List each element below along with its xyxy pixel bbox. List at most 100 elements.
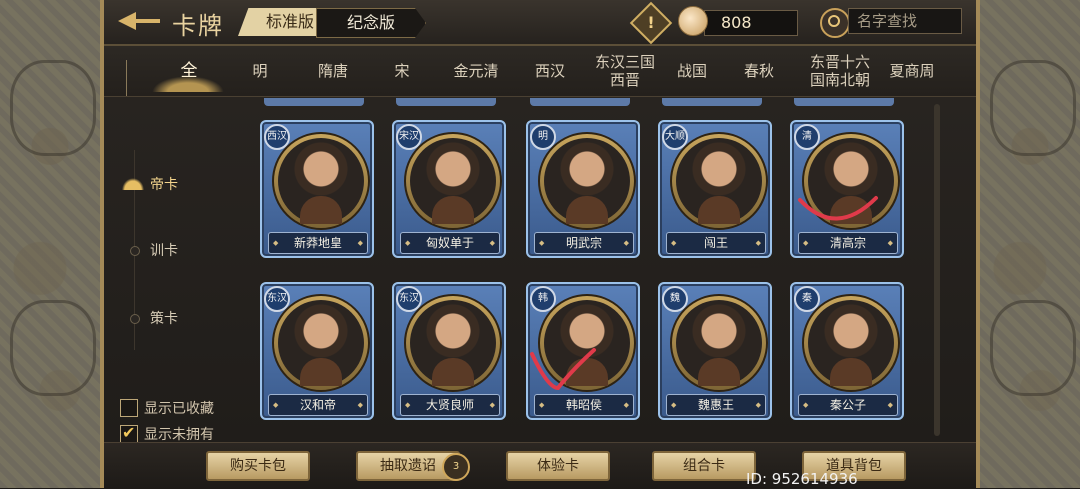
era-tab-label: 宋 bbox=[394, 62, 410, 80]
era-tab[interactable]: 隋唐 bbox=[298, 46, 368, 96]
emperor-card[interactable]: 明明武宗 bbox=[526, 120, 640, 258]
era-tab[interactable]: 金元清 bbox=[440, 46, 512, 96]
emperor-card[interactable]: 韩韩昭侯 bbox=[526, 282, 640, 420]
emperor-card[interactable]: 大顺闯王 bbox=[658, 120, 772, 258]
emperor-card[interactable]: 东汉大贤良师 bbox=[392, 282, 506, 420]
card-grid-scrollbar[interactable] bbox=[934, 104, 940, 436]
tab-commemorative-edition[interactable]: 纪念版 bbox=[316, 8, 426, 38]
portrait-frame bbox=[802, 132, 900, 230]
character-portrait bbox=[410, 138, 496, 224]
era-badge: 韩 bbox=[530, 286, 556, 312]
card-grid: 西汉新莽地皇宋汉匈奴单于明明武宗大顺闯王清清高宗东汉汉和帝东汉大贤良师韩韩昭侯魏… bbox=[244, 98, 944, 440]
era-tab[interactable]: 战国 bbox=[662, 46, 722, 96]
checkbox[interactable] bbox=[120, 399, 138, 417]
name-search-input[interactable] bbox=[848, 8, 962, 34]
category-label: 帝卡 bbox=[150, 177, 178, 193]
combo-card-button[interactable]: 组合卡 bbox=[652, 451, 756, 481]
buy-pack-button[interactable]: 购买卡包 bbox=[206, 451, 310, 481]
dot-icon bbox=[130, 314, 140, 324]
card-name: 魏惠王 bbox=[666, 394, 766, 416]
dragon-emblem bbox=[10, 300, 96, 396]
era-badge: 清 bbox=[794, 124, 820, 150]
era-tab[interactable]: 春秋 bbox=[724, 46, 794, 96]
era-tab-label: 东汉三国 bbox=[594, 53, 655, 71]
card-name: 韩昭侯 bbox=[534, 394, 634, 416]
emperor-card[interactable]: 魏魏惠王 bbox=[658, 282, 772, 420]
era-tab-label: 隋唐 bbox=[317, 62, 348, 80]
checkbox-label: 显示已收藏 bbox=[144, 401, 214, 417]
category-item[interactable]: 训卡 bbox=[120, 238, 210, 262]
emperor-card[interactable]: 东汉汉和帝 bbox=[260, 282, 374, 420]
era-tab-label: 战国 bbox=[676, 62, 707, 80]
era-tab[interactable]: 东汉三国 西晋 bbox=[586, 46, 664, 96]
era-tab[interactable]: 全 bbox=[154, 46, 224, 96]
era-tab-label: 春秋 bbox=[743, 62, 774, 80]
dot-icon bbox=[130, 246, 140, 256]
card-collection-panel: 卡牌 标准版 纪念版 ! 808 全明隋唐宋金元清西汉东汉三国西晋战国春秋东晋十… bbox=[104, 0, 976, 489]
era-tab-text: 明 bbox=[252, 62, 267, 80]
era-tab-text: 全 bbox=[181, 62, 198, 80]
checkbox[interactable] bbox=[120, 423, 138, 443]
era-tab-label: 夏商周 bbox=[889, 62, 935, 80]
era-bar-ornament bbox=[126, 60, 137, 96]
era-tab-label: 明 bbox=[252, 62, 268, 80]
character-portrait bbox=[544, 300, 630, 386]
emperor-card[interactable]: 西汉新莽地皇 bbox=[260, 120, 374, 258]
category-item[interactable]: 策卡 bbox=[120, 306, 210, 330]
dragon-emblem bbox=[990, 300, 1076, 396]
card-name: 大贤良师 bbox=[400, 394, 500, 416]
era-tab-text: 春秋 bbox=[744, 62, 774, 80]
partial-card bbox=[662, 98, 762, 106]
category-item[interactable]: 帝卡 bbox=[120, 172, 210, 196]
trial-card-button[interactable]: 体验卡 bbox=[506, 451, 610, 481]
portrait-frame bbox=[670, 132, 768, 230]
era-tab-text: 战国 bbox=[677, 62, 707, 80]
back-arrow-shaft bbox=[134, 19, 160, 23]
emperor-card[interactable]: 清清高宗 bbox=[790, 120, 904, 258]
card-name: 匈奴单于 bbox=[400, 232, 500, 254]
era-tab-text: 夏商周 bbox=[889, 62, 934, 80]
card-name: 闯王 bbox=[666, 232, 766, 254]
emperor-card[interactable]: 秦秦公子 bbox=[790, 282, 904, 420]
era-tab-text: 东晋十六 国南北朝 bbox=[810, 53, 870, 89]
search-icon[interactable] bbox=[820, 8, 850, 38]
character-portrait bbox=[676, 300, 762, 386]
era-tab[interactable]: 夏商周 bbox=[874, 46, 950, 96]
left-decor-panel bbox=[0, 0, 104, 488]
portrait-frame bbox=[404, 132, 502, 230]
card-name: 秦公子 bbox=[798, 394, 898, 416]
portrait-frame bbox=[272, 132, 370, 230]
partial-card bbox=[264, 98, 364, 106]
dragon-emblem bbox=[990, 60, 1076, 156]
era-badge: 宋汉 bbox=[396, 124, 422, 150]
character-portrait bbox=[410, 300, 496, 386]
era-tab[interactable]: 明 bbox=[230, 46, 290, 96]
era-tab-text: 西汉 bbox=[535, 62, 565, 80]
bird-currency-icon bbox=[678, 6, 708, 36]
portrait-frame bbox=[538, 294, 636, 392]
era-badge: 东汉 bbox=[396, 286, 422, 312]
page-title: 卡牌 bbox=[172, 12, 224, 40]
era-tab[interactable]: 西汉 bbox=[518, 46, 582, 96]
era-tab-text: 隋唐 bbox=[318, 62, 348, 80]
era-tab[interactable]: 宋 bbox=[372, 46, 432, 96]
era-tab-label: 东晋十六 bbox=[809, 53, 870, 71]
era-badge: 明 bbox=[530, 124, 556, 150]
era-tab-text: 东汉三国 西晋 bbox=[595, 53, 655, 89]
emperor-card[interactable]: 宋汉匈奴单于 bbox=[392, 120, 506, 258]
era-tab-bar: 全 明 隋唐 宋 金元清 西汉 东汉三国 西晋 战国 春秋 东晋十六 国南北朝 夏商周 bbox=[104, 46, 976, 97]
currency-value: 808 bbox=[721, 13, 752, 32]
era-tab-text: 宋 bbox=[394, 62, 409, 80]
character-portrait bbox=[676, 138, 762, 224]
dragon-emblem bbox=[10, 60, 96, 156]
partial-card bbox=[530, 98, 630, 106]
back-button[interactable] bbox=[118, 8, 162, 34]
era-badge: 秦 bbox=[794, 286, 820, 312]
warning-icon[interactable]: ! bbox=[629, 1, 673, 45]
character-portrait bbox=[808, 138, 894, 224]
character-portrait bbox=[278, 300, 364, 386]
era-tab[interactable]: 东晋十六 国南北朝 bbox=[798, 46, 882, 96]
portrait-frame bbox=[802, 294, 900, 392]
portrait-frame bbox=[404, 294, 502, 392]
top-bar: 卡牌 标准版 纪念版 ! 808 bbox=[104, 0, 976, 46]
